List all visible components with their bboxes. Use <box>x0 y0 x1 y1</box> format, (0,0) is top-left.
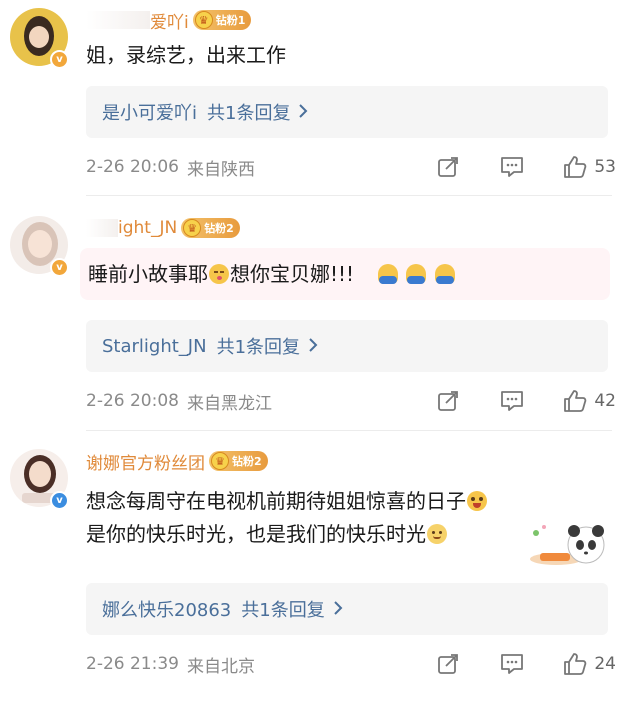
timestamp: 2-26 20:06 <box>86 157 179 177</box>
location: 来自陕西 <box>186 159 255 180</box>
reply-count: 共1条回复 <box>207 103 291 124</box>
share-icon[interactable] <box>434 650 462 678</box>
verified-badge-icon: v <box>50 258 69 277</box>
location: 来自黑龙江 <box>186 393 272 414</box>
comment-item: v ight_JN ♛ 钻粉2 睡前小故事耶 想你宝贝娜!!! Starlight… <box>0 196 622 431</box>
reply-count: 共1条回复 <box>216 337 301 358</box>
comment-meta: 2-26 21:39 来自北京 24 <box>86 649 616 679</box>
comment-text: 睡前小故事耶 想你宝贝娜!!! <box>88 259 456 289</box>
reply-preview[interactable]: Starlight_JN 共1条回复 <box>86 320 608 372</box>
thumbs-up-icon <box>564 156 587 178</box>
blurred-name-area <box>86 219 118 237</box>
share-icon[interactable] <box>434 387 462 415</box>
reply-user: 是小可爱吖i <box>102 103 198 124</box>
blurred-name-area <box>86 11 150 29</box>
chevron-right-icon <box>298 103 308 122</box>
like-count: 53 <box>594 157 616 177</box>
like-button[interactable]: 42 <box>562 387 616 415</box>
timestamp: 2-26 21:39 <box>86 654 179 674</box>
user-header: ight_JN ♛ 钻粉2 <box>86 216 240 240</box>
share-icon[interactable] <box>434 153 462 181</box>
hug-emoji-icon <box>406 264 427 284</box>
comment-text: 姐，录综艺，出来工作 <box>86 43 286 67</box>
reply-user: Starlight_JN <box>102 335 207 357</box>
comment-item: v 爱吖i ♛ 钻粉1 姐，录综艺，出来工作 是小可爱吖i 共1条回复 2-26… <box>0 0 622 196</box>
verified-badge-icon: v <box>50 50 69 69</box>
fan-badge: ♛ 钻粉1 <box>192 10 252 30</box>
comment-text-part: 睡前小故事耶 <box>88 262 208 286</box>
thumbs-up-icon <box>564 653 587 675</box>
crown-icon: ♛ <box>194 11 213 29</box>
crown-icon: ♛ <box>183 219 202 237</box>
reply-user: 娜么快乐20863 <box>102 600 232 621</box>
fan-badge: ♛ 钻粉2 <box>209 451 268 471</box>
user-header: 谢娜官方粉丝团 ♛ 钻粉2 <box>86 449 268 474</box>
user-header: 爱吖i ♛ 钻粉1 <box>86 8 252 33</box>
fan-badge: ♛ 钻粉2 <box>181 218 240 238</box>
comment-icon[interactable] <box>498 387 526 415</box>
hug-emoji-icon <box>377 264 398 284</box>
like-count: 42 <box>594 391 616 411</box>
comment-item: v 谢娜官方粉丝团 ♛ 钻粉2 想念每周守在电视机前期待姐姐惊喜的日子 是你的快… <box>0 431 622 703</box>
reply-preview[interactable]: 是小可爱吖i 共1条回复 <box>86 86 608 138</box>
reply-count: 共1条回复 <box>241 600 325 621</box>
comment-text-part: 是你的快乐时光，也是我们的快乐时光 <box>86 522 426 546</box>
comment-text-part: 想念每周守在电视机前期待姐姐惊喜的日子 <box>86 489 466 513</box>
fan-badge-label: 钻粉2 <box>232 455 262 468</box>
like-button[interactable]: 24 <box>562 650 616 678</box>
comment-text-line: 是你的快乐时光，也是我们的快乐时光 <box>86 519 448 549</box>
timestamp: 2-26 20:08 <box>86 391 179 411</box>
thumbs-up-icon <box>564 390 587 412</box>
smile-emoji-icon <box>427 524 447 544</box>
reply-preview[interactable]: 娜么快乐20863 共1条回复 <box>86 583 608 635</box>
kiss-emoji-icon <box>209 264 229 284</box>
chevron-right-icon <box>333 600 343 619</box>
username[interactable]: 谢娜官方粉丝团 <box>86 449 205 474</box>
comment-icon[interactable] <box>498 153 526 181</box>
happy-emoji-icon <box>467 491 487 511</box>
location: 来自北京 <box>186 656 255 677</box>
chevron-right-icon <box>308 337 318 356</box>
crown-icon: ♛ <box>211 452 229 470</box>
hug-emoji-icon <box>434 264 455 284</box>
verified-badge-icon: v <box>50 491 69 510</box>
comment-meta: 2-26 20:06 来自陕西 53 <box>86 152 616 182</box>
username[interactable]: ight_JN <box>118 218 177 238</box>
comment-icon[interactable] <box>498 650 526 678</box>
like-count: 24 <box>594 654 616 674</box>
panda-sticker-icon <box>528 519 612 569</box>
comment-meta: 2-26 20:08 来自黑龙江 42 <box>86 386 616 416</box>
comment-text-line: 想念每周守在电视机前期待姐姐惊喜的日子 <box>86 486 488 516</box>
fan-badge-label: 钻粉1 <box>215 14 246 27</box>
fan-badge-label: 钻粉2 <box>204 222 234 235</box>
username[interactable]: 爱吖i <box>150 8 189 33</box>
comment-text-part: 想你宝贝娜!!! <box>230 262 355 286</box>
like-button[interactable]: 53 <box>562 153 616 181</box>
